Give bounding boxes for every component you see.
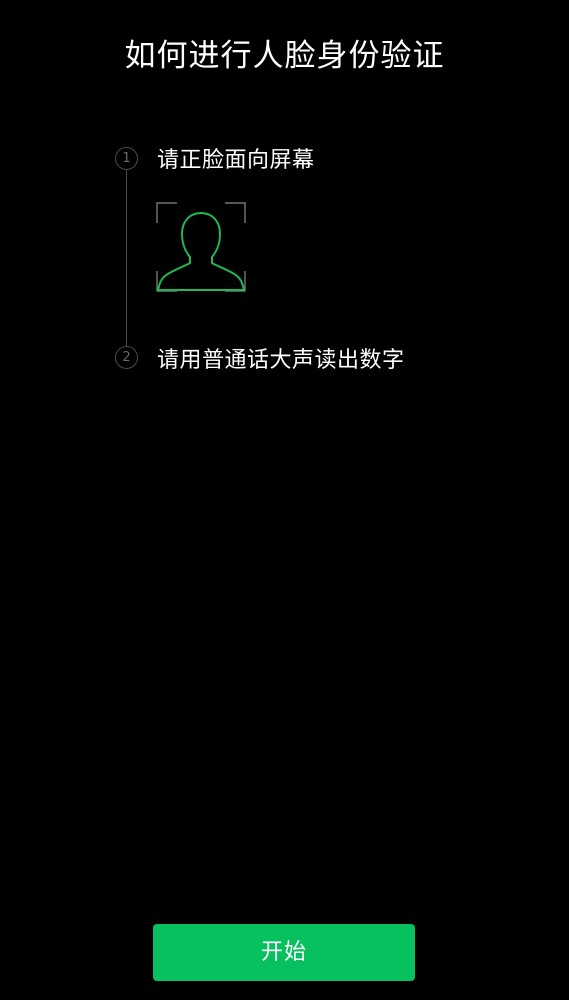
step-1-number: 1 <box>115 147 138 170</box>
step-2-text: 请用普通话大声读出数字 <box>157 348 405 373</box>
steps-timeline-line <box>126 169 127 347</box>
step-1-text: 请正脸面向屏幕 <box>157 148 315 173</box>
page-title: 如何进行人脸身份验证 <box>124 38 445 74</box>
face-outline-icon <box>156 202 246 292</box>
step-2-number: 2 <box>115 346 138 369</box>
start-button[interactable]: 开始 <box>153 924 415 981</box>
